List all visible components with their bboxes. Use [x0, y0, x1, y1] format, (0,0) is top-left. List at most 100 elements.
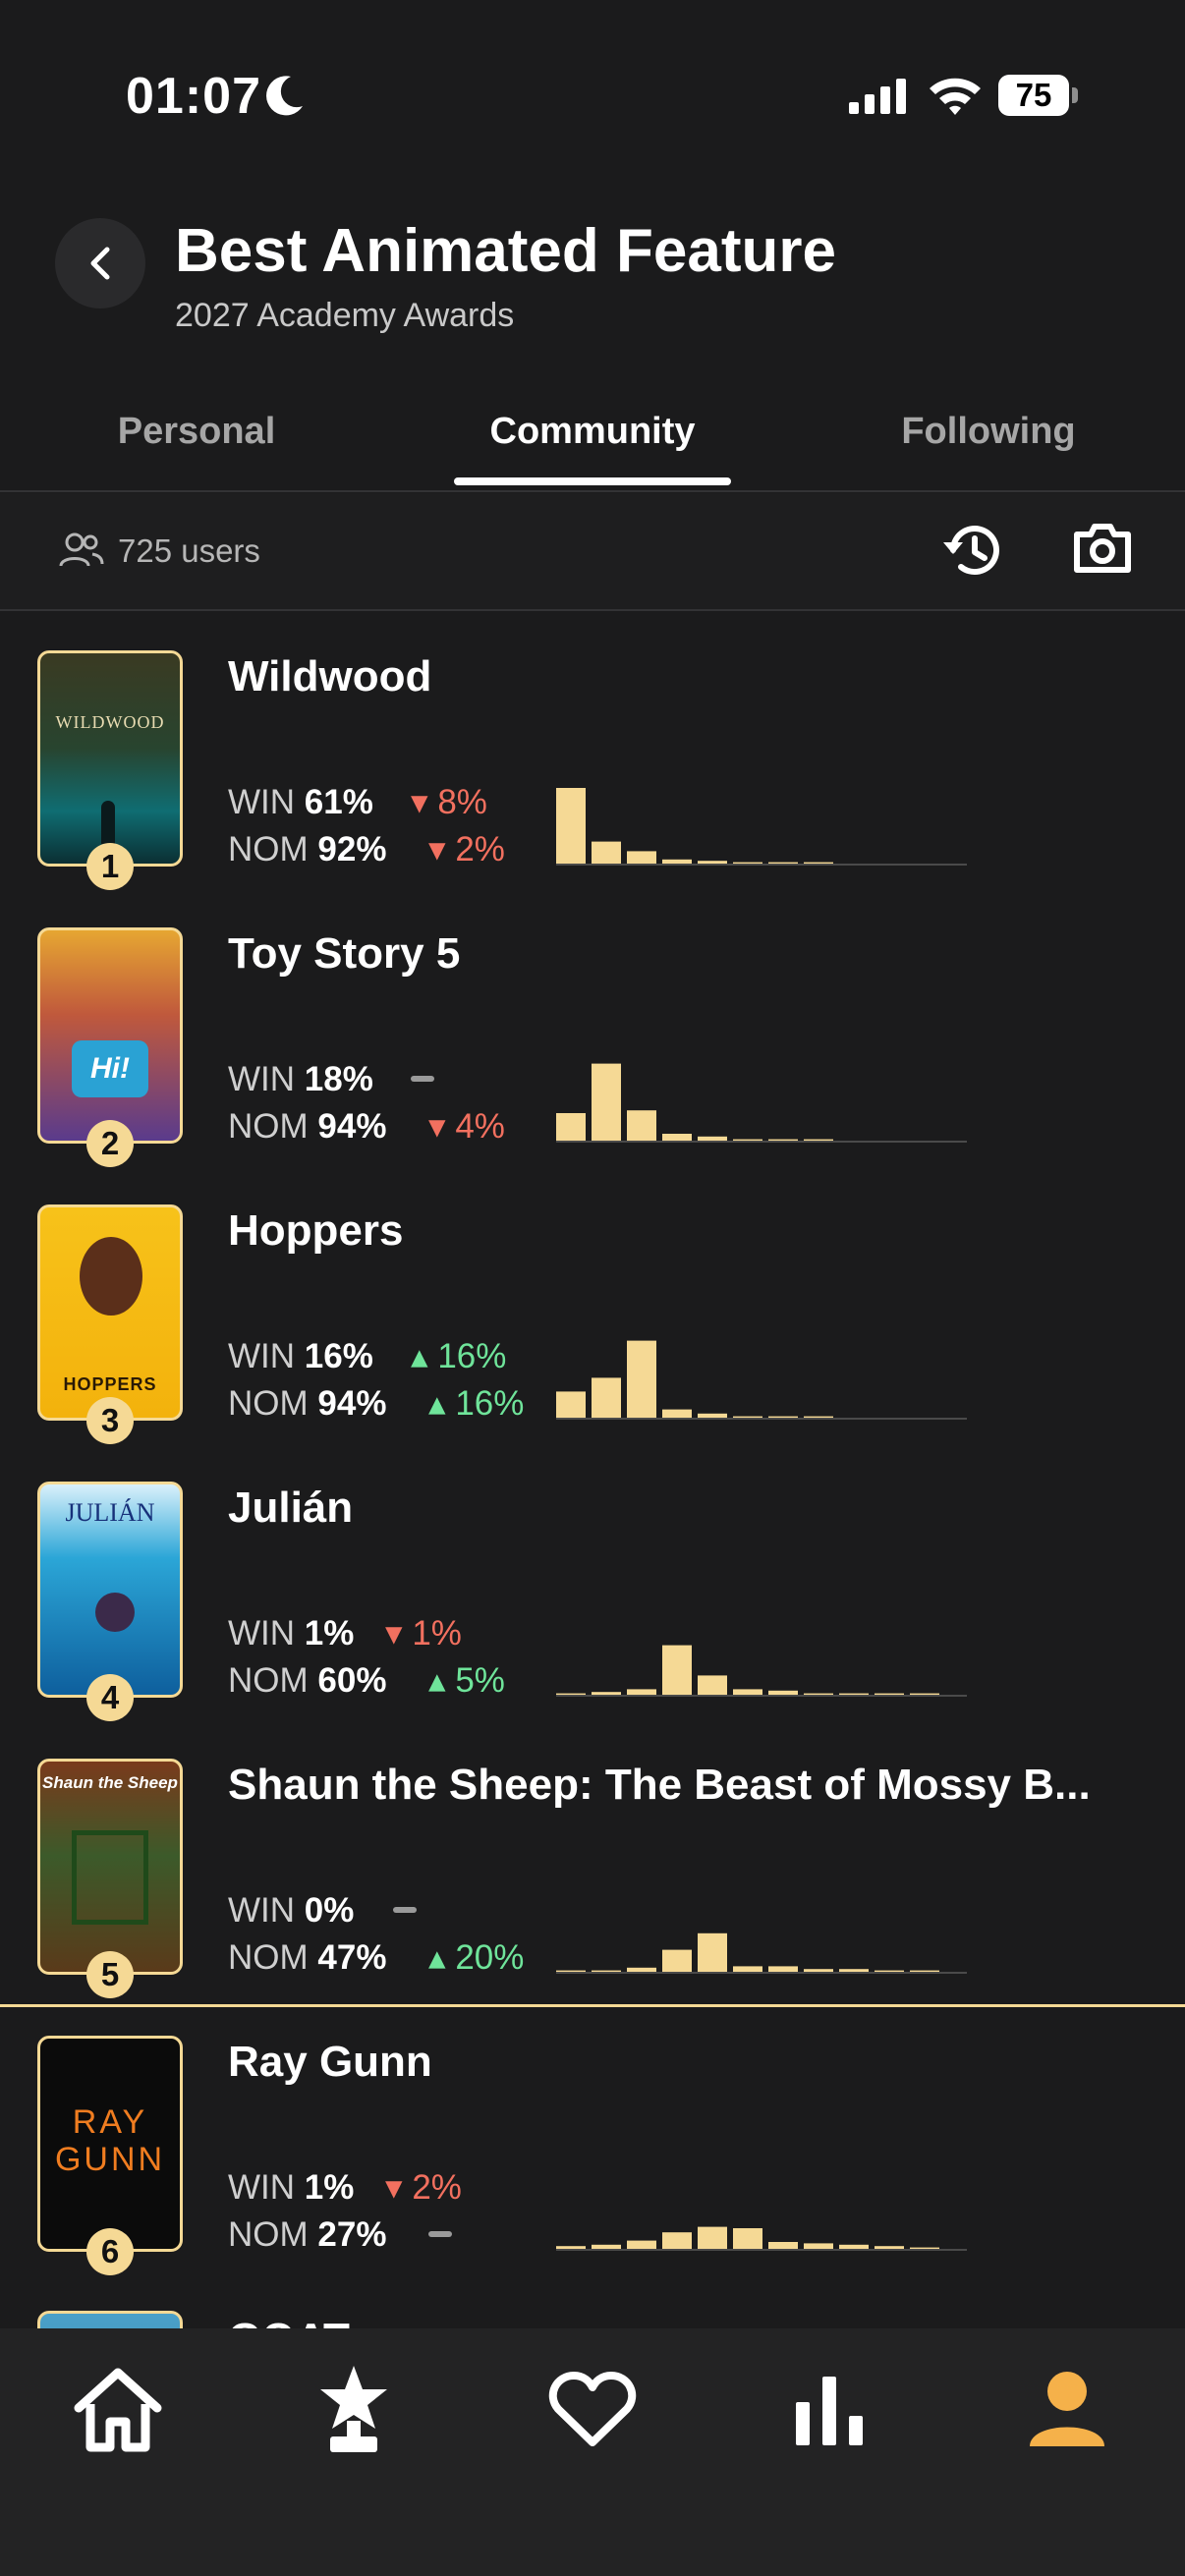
histogram-bar	[556, 1113, 586, 1141]
histogram-bar	[662, 1134, 692, 1141]
tab-community[interactable]: Community	[455, 411, 730, 453]
nav-favorites[interactable]	[545, 2362, 640, 2456]
histogram-bar	[698, 1136, 727, 1141]
triangle-up-icon: ▴	[428, 1938, 446, 1977]
histogram-bar	[627, 851, 656, 864]
movie-title: Wildwood	[228, 652, 432, 700]
camera-icon[interactable]	[1071, 521, 1134, 576]
histogram-bar	[768, 1416, 798, 1418]
histogram-bar	[733, 2228, 762, 2249]
histogram-bar	[910, 2247, 939, 2249]
histogram-baseline	[556, 1695, 967, 1697]
nom-change: ▴ 20%	[428, 1938, 525, 1977]
win-stat: WIN 1%	[228, 1614, 355, 1652]
heart-icon	[548, 2372, 637, 2446]
triangle-down-icon: ▾	[428, 1107, 446, 1146]
histogram-bar	[698, 1413, 727, 1418]
histogram-bar	[698, 1675, 727, 1695]
back-button[interactable]	[55, 218, 145, 308]
movie-poster: Hi!	[37, 927, 183, 1144]
histogram-bar	[662, 1645, 692, 1695]
win-stat: WIN 18%	[228, 1060, 373, 1098]
histogram-bar	[592, 1063, 621, 1141]
histogram-bar	[556, 1693, 586, 1695]
page-subtitle: 2027 Academy Awards	[175, 297, 515, 334]
histogram-bar	[733, 1139, 762, 1141]
wifi-icon	[930, 78, 981, 115]
status-time: 01:07	[126, 68, 261, 125]
histogram-bar	[592, 2244, 621, 2249]
histogram-bar	[768, 862, 798, 864]
histogram-bar	[768, 1690, 798, 1695]
rank-badge: 4	[86, 1674, 134, 1721]
tab-personal[interactable]: Personal	[98, 411, 295, 453]
no-change-dash	[393, 1907, 417, 1913]
win-stat: WIN 0%	[228, 1891, 355, 1930]
histogram-bar	[733, 1416, 762, 1418]
nominee-cutoff-line	[0, 2004, 1185, 2007]
win-stat: WIN 1%	[228, 2168, 355, 2207]
users-count: 725 users	[118, 532, 260, 569]
histogram-bar	[662, 2232, 692, 2249]
histogram-bar	[627, 2240, 656, 2249]
histogram-baseline	[556, 2249, 967, 2251]
prediction-histogram	[556, 1645, 967, 1697]
histogram-bar	[556, 2246, 586, 2249]
prediction-histogram	[556, 1340, 967, 1420]
status-bar: 01:07 75	[0, 0, 1185, 187]
win-change: ▾ 2%	[385, 2168, 462, 2207]
movie-title: Julián	[228, 1484, 354, 1532]
prediction-histogram	[556, 1932, 967, 1974]
histogram-bar	[875, 1693, 904, 1695]
movie-poster: HOPPERS	[37, 1204, 183, 1421]
moon-icon	[266, 76, 303, 116]
triangle-down-icon: ▾	[411, 783, 428, 821]
movie-poster: Shaun the Sheep	[37, 1759, 183, 1975]
cellular-signal-icon	[849, 79, 906, 114]
histogram-bar	[556, 1970, 586, 1972]
histogram-bar	[768, 1966, 798, 1972]
histogram-bar	[910, 1693, 939, 1695]
nom-change: ▴ 16%	[428, 1384, 525, 1423]
users-icon	[59, 532, 104, 567]
win-stat: WIN 16%	[228, 1337, 373, 1375]
nav-awards[interactable]	[307, 2362, 401, 2456]
nav-profile[interactable]	[1020, 2362, 1114, 2456]
rank-badge: 6	[86, 2228, 134, 2275]
movie-poster: RAY GUNN	[37, 2036, 183, 2252]
triangle-up-icon: ▴	[428, 1384, 446, 1423]
histogram-bar	[910, 1970, 939, 1972]
nav-stats[interactable]	[782, 2362, 876, 2456]
tab-following[interactable]: Following	[861, 411, 1116, 453]
histogram-bar	[627, 1340, 656, 1418]
histogram-bar	[698, 1932, 727, 1972]
histogram-bar	[768, 1139, 798, 1141]
tab-divider	[0, 490, 1185, 492]
histogram-bar	[662, 1949, 692, 1972]
triangle-up-icon: ▴	[428, 1661, 446, 1700]
nav-home[interactable]	[71, 2362, 165, 2456]
histogram-bar	[839, 1969, 869, 1972]
histogram-bar	[804, 862, 833, 864]
histogram-baseline	[556, 864, 967, 866]
home-icon	[74, 2368, 162, 2452]
history-icon[interactable]	[937, 519, 1006, 582]
active-tab-indicator	[454, 477, 731, 485]
histogram-bar	[556, 788, 586, 864]
win-change: ▾ 1%	[385, 1614, 462, 1652]
histogram-bar	[804, 1969, 833, 1972]
nom-stat: NOM 27%	[228, 2215, 387, 2254]
triangle-down-icon: ▾	[428, 830, 446, 868]
movie-poster: JULIÁN	[37, 1482, 183, 1698]
histogram-bar	[733, 1689, 762, 1695]
histogram-bar	[556, 1391, 586, 1418]
movie-poster: WILDWOOD	[37, 650, 183, 867]
movie-title: Ray Gunn	[228, 2038, 432, 2086]
win-change: ▾ 8%	[411, 783, 487, 821]
histogram-baseline	[556, 1418, 967, 1420]
histogram-bar	[804, 1693, 833, 1695]
histogram-bar	[662, 859, 692, 864]
histogram-bar	[733, 1966, 762, 1972]
histogram-bar	[804, 1416, 833, 1418]
rank-badge: 2	[86, 1120, 134, 1167]
